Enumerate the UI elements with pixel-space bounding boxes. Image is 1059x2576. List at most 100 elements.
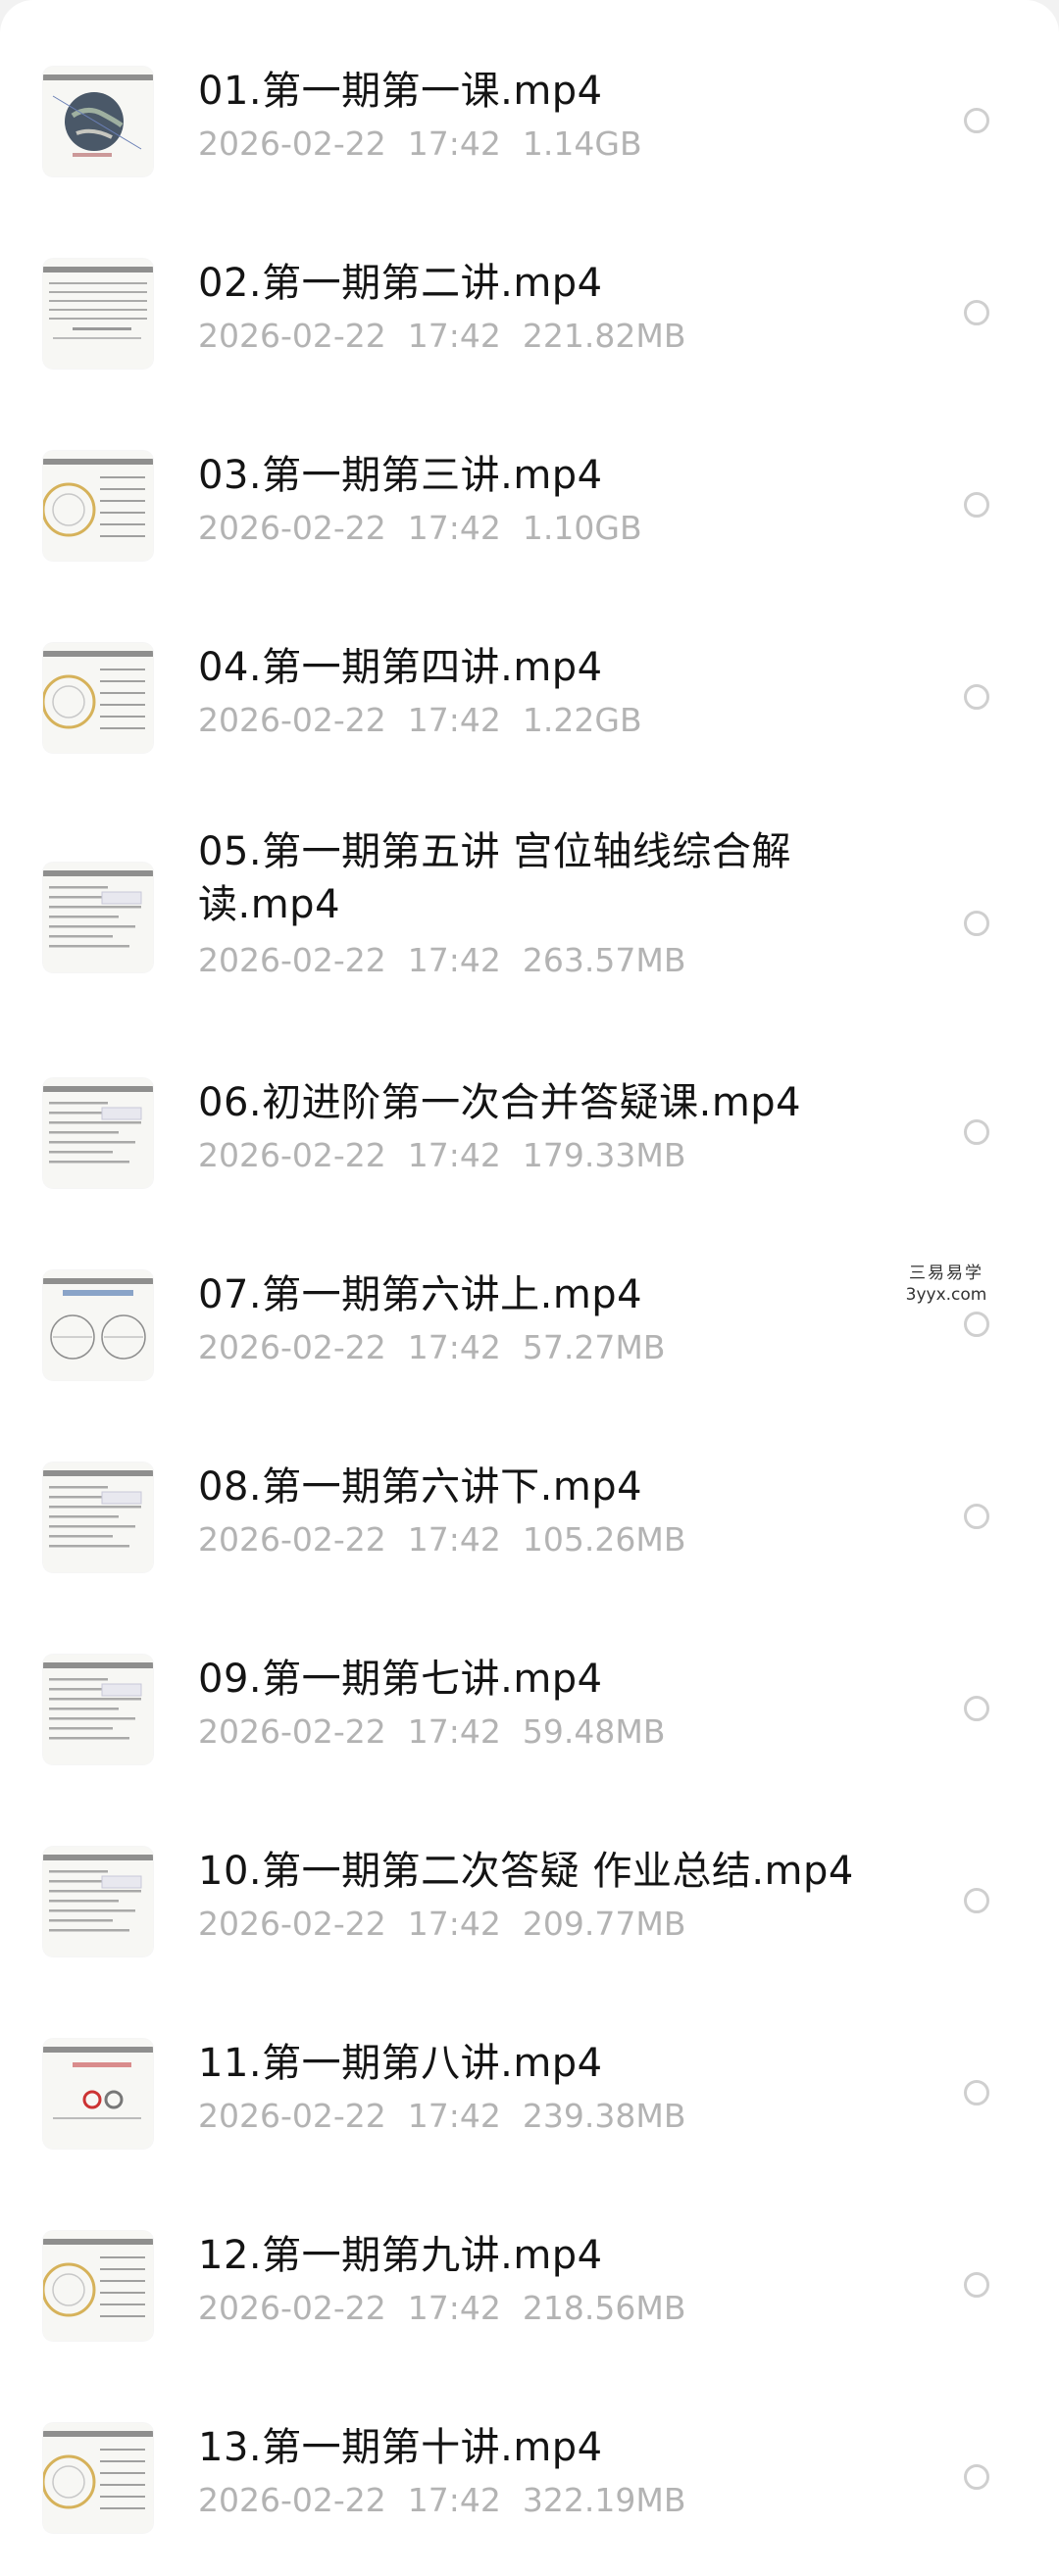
file-time: 17:42 <box>407 1712 501 1751</box>
file-name[interactable]: 08.第一期第六讲下.mp4 <box>198 1461 865 1513</box>
file-time: 17:42 <box>407 941 501 979</box>
select-checkbox[interactable] <box>964 2272 989 2298</box>
file-name[interactable]: 13.第一期第十讲.mp4 <box>198 2421 865 2474</box>
select-checkbox[interactable] <box>964 300 989 325</box>
file-name[interactable]: 07.第一期第六讲上.mp4 <box>198 1268 865 1321</box>
file-row[interactable]: 10.第一期第二次答疑 作业总结.mp4 2026-02-22 17:42 209.7… <box>0 1780 1059 1972</box>
file-list-panel: 01.第一期第一课.mp4 2026-02-22 17:42 1.14GB 02.第一期… <box>0 0 1059 2576</box>
file-time: 17:42 <box>407 1328 501 1366</box>
video-thumbnail[interactable] <box>43 2231 153 2341</box>
select-checkbox[interactable] <box>964 1119 989 1145</box>
file-size: 179.33MB <box>522 1136 686 1174</box>
file-size: 221.82MB <box>522 317 686 355</box>
file-size: 1.14GB <box>522 124 642 163</box>
file-row[interactable]: 13.第一期第十讲.mp4 2026-02-22 17:42 322.19MB <box>0 2356 1059 2576</box>
watermark: 三易易学 3yyx.com <box>892 1263 1000 1306</box>
file-date: 2026-02-22 <box>198 124 386 163</box>
file-row[interactable]: 06.初进阶第一次合并答疑课.mp4 2026-02-22 17:42 179.33M… <box>0 1012 1059 1204</box>
video-thumbnail[interactable] <box>43 2423 153 2533</box>
file-row[interactable]: 08.第一期第六讲下.mp4 2026-02-22 17:42 105.26MB <box>0 1396 1059 1588</box>
file-size: 105.26MB <box>522 1520 686 1559</box>
file-meta: 2026-02-22 17:42 1.22GB <box>198 701 664 740</box>
file-size: 57.27MB <box>522 1328 666 1366</box>
file-meta: 2026-02-22 17:42 105.26MB <box>198 1520 707 1560</box>
file-time: 17:42 <box>407 2289 501 2327</box>
file-name[interactable]: 01.第一期第一课.mp4 <box>198 65 865 118</box>
file-size: 263.57MB <box>522 941 686 979</box>
file-time: 17:42 <box>407 317 501 355</box>
file-row[interactable]: 01.第一期第一课.mp4 2026-02-22 17:42 1.14GB <box>0 0 1059 192</box>
select-checkbox[interactable] <box>964 1312 989 1337</box>
select-checkbox[interactable] <box>964 2080 989 2105</box>
video-thumbnail[interactable] <box>43 1462 153 1572</box>
video-thumbnail[interactable] <box>43 1655 153 1764</box>
file-row[interactable]: 02.第一期第二讲.mp4 2026-02-22 17:42 221.82MB <box>0 192 1059 384</box>
file-meta: 2026-02-22 17:42 57.27MB <box>198 1328 686 1367</box>
select-checkbox[interactable] <box>964 1888 989 1913</box>
file-date: 2026-02-22 <box>198 1136 386 1174</box>
file-name[interactable]: 11.第一期第八讲.mp4 <box>198 2037 865 2090</box>
file-time: 17:42 <box>407 124 501 163</box>
file-name[interactable]: 12.第一期第九讲.mp4 <box>198 2229 865 2282</box>
file-name[interactable]: 03.第一期第三讲.mp4 <box>198 449 865 502</box>
select-checkbox[interactable] <box>964 911 989 936</box>
video-thumbnail[interactable] <box>43 451 153 561</box>
file-date: 2026-02-22 <box>198 1520 386 1559</box>
file-name[interactable]: 02.第一期第二讲.mp4 <box>198 257 865 310</box>
select-checkbox[interactable] <box>964 1696 989 1721</box>
file-meta: 2026-02-22 17:42 179.33MB <box>198 1136 707 1175</box>
file-date: 2026-02-22 <box>198 1905 386 1943</box>
file-size: 209.77MB <box>522 1905 686 1943</box>
file-date: 2026-02-22 <box>198 317 386 355</box>
file-date: 2026-02-22 <box>198 1712 386 1751</box>
file-date: 2026-02-22 <box>198 2097 386 2135</box>
select-checkbox[interactable] <box>964 684 989 710</box>
file-row[interactable]: 09.第一期第七讲.mp4 2026-02-22 17:42 59.48MB <box>0 1588 1059 1780</box>
file-date: 2026-02-22 <box>198 941 386 979</box>
file-time: 17:42 <box>407 1905 501 1943</box>
file-name[interactable]: 06.初进阶第一次合并答疑课.mp4 <box>198 1076 865 1129</box>
file-meta: 2026-02-22 17:42 209.77MB <box>198 1905 707 1944</box>
file-meta: 2026-02-22 17:42 1.14GB <box>198 124 664 164</box>
file-time: 17:42 <box>407 2097 501 2135</box>
file-row[interactable]: 12.第一期第九讲.mp4 2026-02-22 17:42 218.56MB <box>0 2164 1059 2356</box>
video-thumbnail[interactable] <box>43 259 153 369</box>
select-checkbox[interactable] <box>964 2464 989 2490</box>
file-date: 2026-02-22 <box>198 509 386 547</box>
watermark-url: 3yyx.com <box>905 1285 987 1305</box>
file-name[interactable]: 09.第一期第七讲.mp4 <box>198 1653 865 1706</box>
file-meta: 2026-02-22 17:42 239.38MB <box>198 2097 707 2136</box>
file-name[interactable]: 04.第一期第四讲.mp4 <box>198 641 865 694</box>
select-checkbox[interactable] <box>964 492 989 518</box>
select-checkbox[interactable] <box>964 108 989 133</box>
file-name[interactable]: 05.第一期第五讲 宫位轴线综合解读.mp4 <box>198 825 865 931</box>
video-thumbnail[interactable] <box>43 1270 153 1380</box>
file-meta: 2026-02-22 17:42 263.57MB <box>198 941 707 980</box>
file-time: 17:42 <box>407 1136 501 1174</box>
file-row[interactable]: 11.第一期第八讲.mp4 2026-02-22 17:42 239.38MB <box>0 1972 1059 2164</box>
video-thumbnail[interactable] <box>43 1847 153 1957</box>
select-checkbox[interactable] <box>964 1504 989 1529</box>
video-thumbnail[interactable] <box>43 1078 153 1188</box>
file-time: 17:42 <box>407 701 501 739</box>
file-name[interactable]: 10.第一期第二次答疑 作业总结.mp4 <box>198 1845 865 1898</box>
file-size: 1.22GB <box>522 701 642 739</box>
file-row[interactable]: 04.第一期第四讲.mp4 2026-02-22 17:42 1.22GB <box>0 576 1059 768</box>
video-thumbnail[interactable] <box>43 67 153 176</box>
file-size: 1.10GB <box>522 509 642 547</box>
video-thumbnail[interactable] <box>43 643 153 753</box>
file-time: 17:42 <box>407 2481 501 2519</box>
file-row[interactable]: 05.第一期第五讲 宫位轴线综合解读.mp4 2026-02-22 17:42 263… <box>0 768 1059 1012</box>
video-thumbnail[interactable] <box>43 2039 153 2149</box>
file-date: 2026-02-22 <box>198 2481 386 2519</box>
file-size: 59.48MB <box>522 1712 666 1751</box>
file-date: 2026-02-22 <box>198 701 386 739</box>
watermark-title: 三易易学 <box>909 1263 983 1283</box>
file-size: 239.38MB <box>522 2097 686 2135</box>
file-meta: 2026-02-22 17:42 218.56MB <box>198 2289 707 2328</box>
file-row[interactable]: 03.第一期第三讲.mp4 2026-02-22 17:42 1.10GB <box>0 384 1059 576</box>
file-date: 2026-02-22 <box>198 2289 386 2327</box>
file-meta: 2026-02-22 17:42 221.82MB <box>198 317 707 356</box>
file-time: 17:42 <box>407 509 501 547</box>
video-thumbnail[interactable] <box>43 863 153 972</box>
